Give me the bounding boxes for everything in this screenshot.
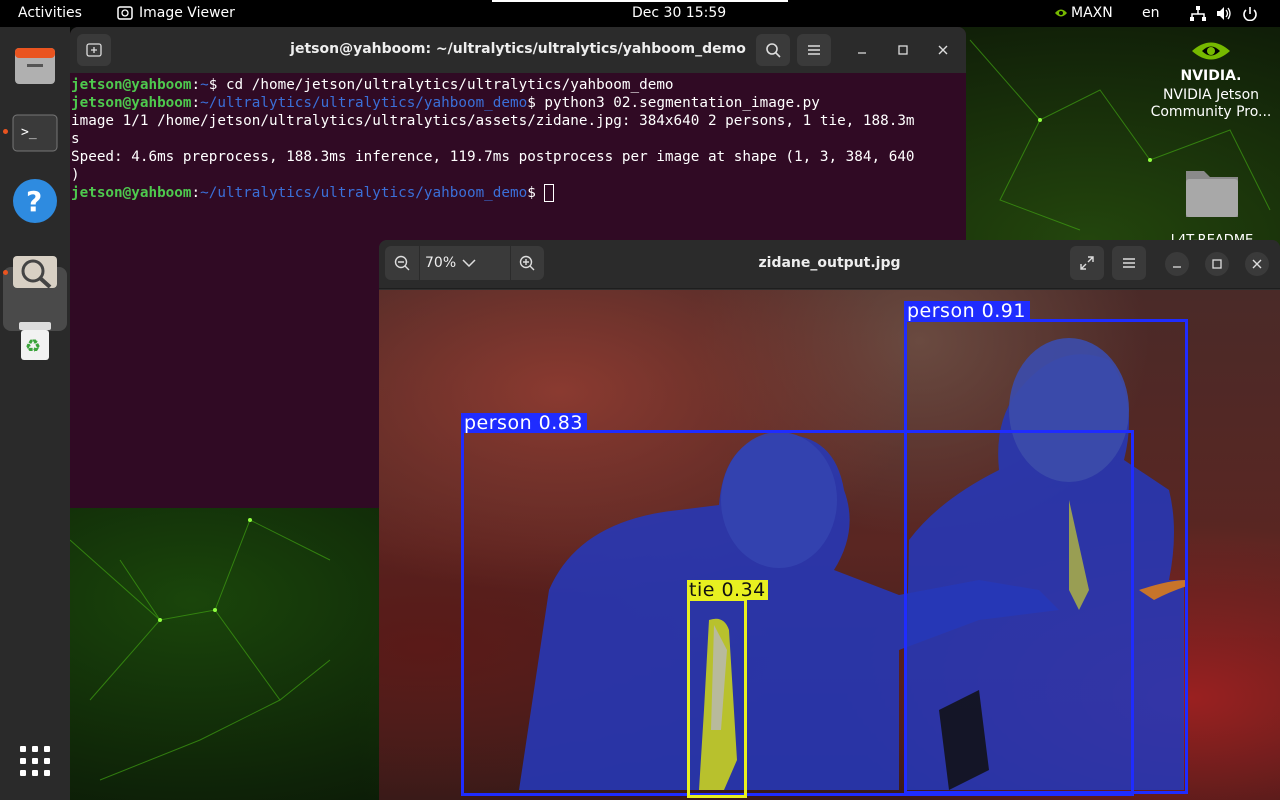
terminal-title: jetson@yahboom: ~/ultralytics/ultralytic… [290, 41, 746, 57]
power-icon [1243, 7, 1257, 21]
folder-icon [1186, 171, 1238, 217]
terminal-output[interactable]: jetson@yahboom:~$ cd /home/jetson/ultral… [70, 73, 966, 202]
power-mode-label: MAXN [1071, 5, 1113, 21]
detection-box-tie [687, 598, 747, 798]
output-line: image 1/1 /home/jetson/ultralytics/ultra… [71, 113, 915, 129]
fullscreen-button[interactable] [1070, 246, 1104, 280]
menu-icon [808, 45, 820, 55]
menu-icon [1123, 258, 1135, 268]
desktop-nvidia-shortcut[interactable]: NVIDIA. NVIDIA Jetson Community Pro... [1146, 36, 1276, 121]
svg-text:>_: >_ [21, 125, 37, 140]
language-indicator[interactable]: en [1142, 5, 1160, 21]
dock: >_ ? ♻ [0, 27, 70, 800]
files-icon [15, 48, 55, 84]
viewer-close-button[interactable] [1245, 252, 1269, 276]
desktop-l4t-readme-folder[interactable]: L4T-README [1160, 165, 1264, 248]
image-viewer-icon [13, 256, 57, 289]
show-apps-button[interactable] [11, 737, 59, 785]
prompt-user: jetson@yahboom [71, 185, 192, 201]
trash-launcher[interactable]: ♻ [11, 316, 59, 364]
files-launcher[interactable] [11, 41, 59, 89]
terminal-launcher[interactable]: >_ [11, 109, 59, 157]
image-viewer-window[interactable]: 70% zidane_output.jpg person 0.91 person… [379, 240, 1280, 800]
network-icon [1190, 6, 1206, 21]
terminal-close-button[interactable] [935, 42, 951, 58]
trash-icon: ♻ [19, 322, 51, 360]
app-menu[interactable]: Image Viewer [117, 5, 235, 21]
detection-box-person-2 [461, 430, 1134, 796]
terminal-line: jetson@yahboom:~/ultralytics/ultralytics… [71, 95, 820, 111]
terminal-search-button[interactable] [756, 34, 790, 66]
app-grid-icon [20, 746, 50, 776]
prompt-command: $ [527, 185, 545, 201]
prompt-path: ~/ultralytics/ultralytics/yahboom_demo [200, 95, 528, 111]
prompt-command: $ cd /home/jetson/ultralytics/ultralytic… [208, 77, 674, 93]
detection-label-person-1: person 0.91 [904, 301, 1030, 321]
terminal-maximize-button[interactable] [895, 42, 911, 58]
terminal-icon: >_ [12, 114, 58, 152]
nvidia-icon [1055, 9, 1067, 17]
image-viewer-icon [117, 6, 133, 20]
activities-button[interactable]: Activities [18, 5, 82, 21]
terminal-menu-button[interactable] [797, 34, 831, 66]
svg-text:?: ? [26, 185, 42, 218]
output-line: Speed: 4.6ms preprocess, 188.3ms inferen… [71, 149, 915, 165]
terminal-cursor [544, 184, 555, 202]
output-line: ) [71, 167, 80, 183]
terminal-running-indicator [3, 129, 8, 134]
detection-label-tie: tie 0.34 [687, 579, 768, 601]
volume-icon [1217, 7, 1231, 20]
viewer-minimize-button[interactable] [1165, 252, 1189, 276]
nvidia-brand-text: NVIDIA. [1180, 68, 1242, 84]
prompt-path: ~ [200, 77, 209, 93]
segmentation-output-image: person 0.91 person 0.83 tie 0.34 [379, 290, 1280, 800]
prompt-command: $ python3 02.segmentation_image.py [527, 95, 820, 111]
search-icon [766, 43, 781, 58]
minimize-icon [858, 52, 866, 54]
viewer-menu-button[interactable] [1112, 246, 1146, 280]
nvidia-shortcut-label: NVIDIA Jetson Community Pro... [1150, 87, 1272, 120]
image-viewer-launcher[interactable] [11, 248, 59, 296]
top-progress-strip [492, 0, 788, 2]
prompt-user: jetson@yahboom [71, 95, 192, 111]
maximize-icon [898, 45, 908, 55]
output-line: s [71, 131, 80, 147]
nvidia-logo-icon [1192, 42, 1230, 60]
viewer-maximize-button[interactable] [1205, 252, 1229, 276]
svg-text:♻: ♻ [25, 336, 41, 357]
image-viewer-running-indicator [3, 270, 8, 275]
minimize-icon [1173, 266, 1181, 268]
viewer-header: 70% zidane_output.jpg [379, 240, 1280, 289]
help-launcher[interactable]: ? [11, 177, 59, 225]
fullscreen-icon [1080, 256, 1094, 270]
power-mode-indicator[interactable]: MAXN [1054, 5, 1113, 21]
system-tray[interactable] [1190, 6, 1258, 21]
detection-label-person-2: person 0.83 [461, 413, 587, 433]
app-menu-label: Image Viewer [139, 5, 235, 21]
terminal-minimize-button[interactable] [854, 42, 870, 58]
clock[interactable]: Dec 30 15:59 [632, 5, 726, 21]
help-icon: ? [13, 179, 57, 223]
close-icon [938, 45, 948, 55]
terminal-line: jetson@yahboom:~/ultralytics/ultralytics… [71, 184, 966, 202]
prompt-user: jetson@yahboom [71, 77, 192, 93]
maximize-icon [1212, 259, 1222, 269]
terminal-header: jetson@yahboom: ~/ultralytics/ultralytic… [70, 27, 966, 73]
prompt-path: ~/ultralytics/ultralytics/yahboom_demo [200, 185, 528, 201]
terminal-line: jetson@yahboom:~$ cd /home/jetson/ultral… [71, 77, 674, 93]
top-bar: Activities Image Viewer Dec 30 15:59 MAX… [0, 0, 1280, 27]
close-icon [1252, 259, 1262, 269]
